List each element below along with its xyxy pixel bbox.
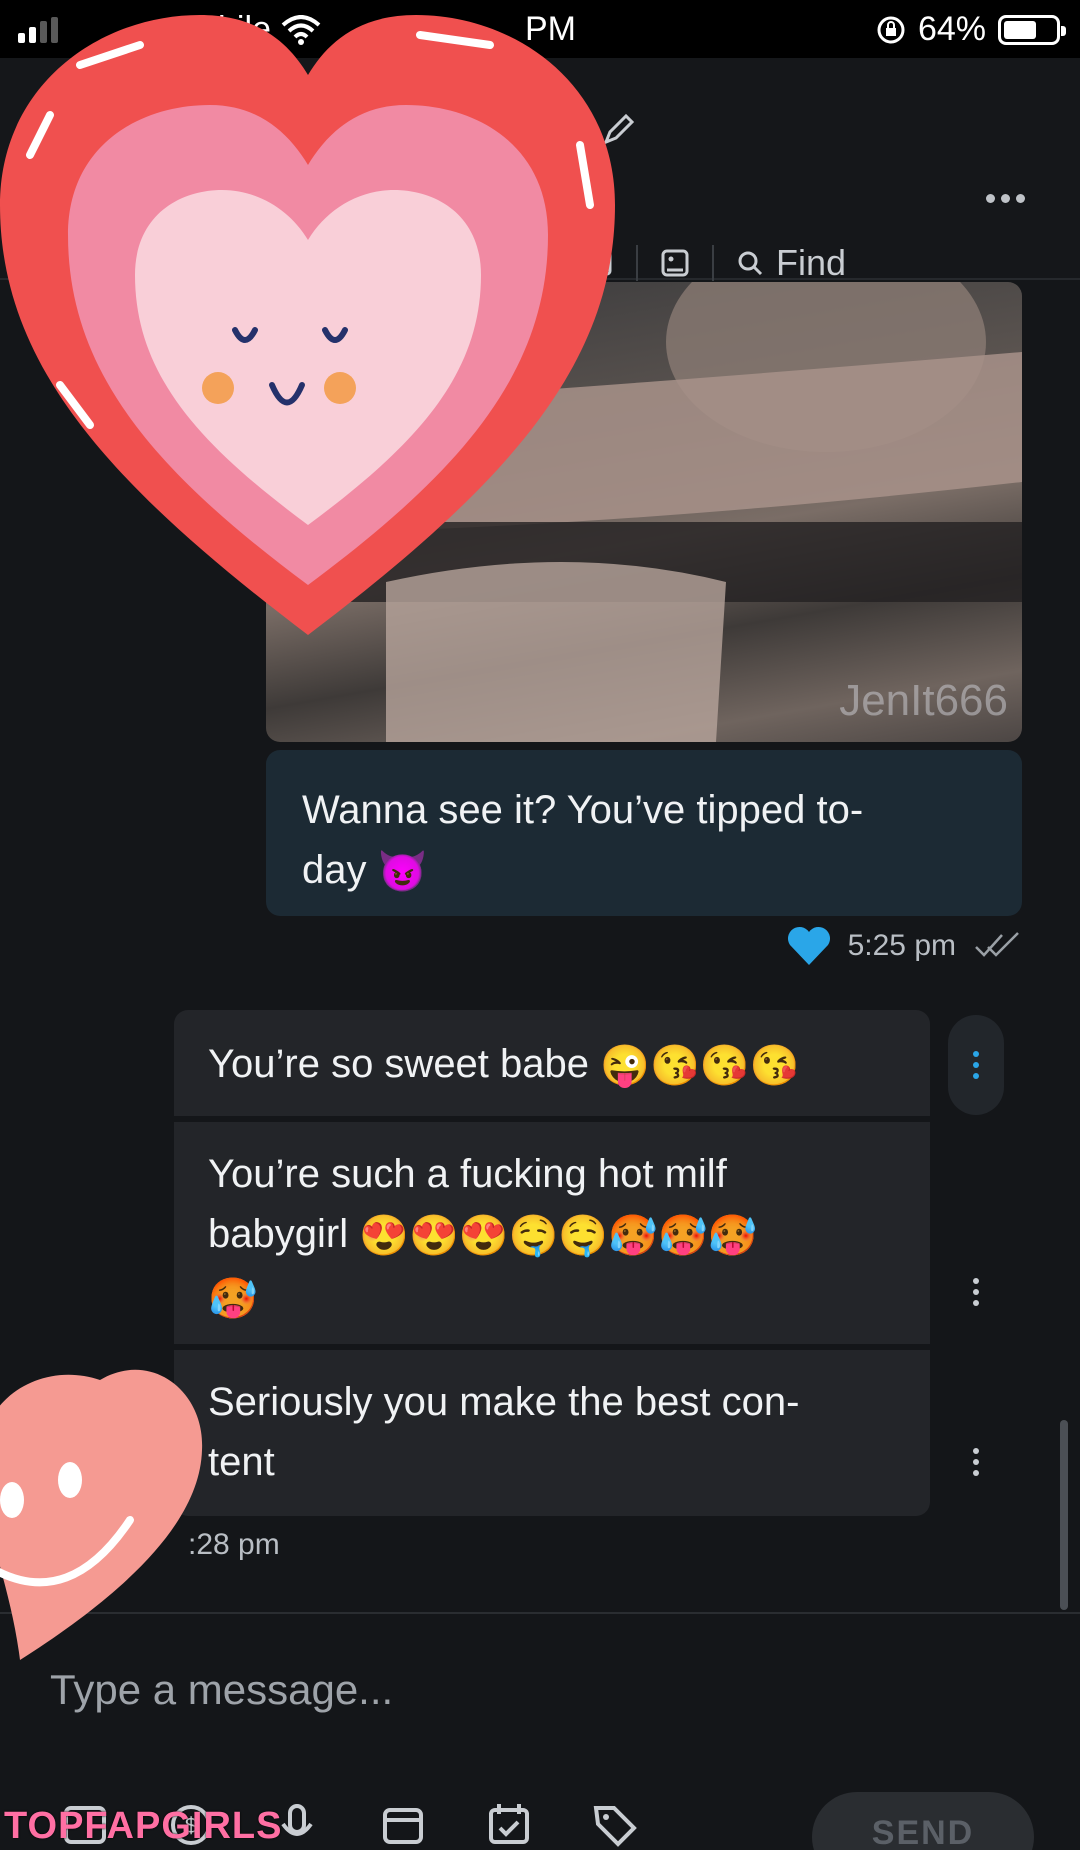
gallery-icon[interactable] (660, 248, 690, 278)
photo-watermark: JenIt666 (839, 676, 1008, 725)
incoming-text-line2: tent (208, 1440, 275, 1484)
battery-icon (998, 14, 1066, 45)
smiley-heart-sticker (0, 1369, 203, 1660)
status-right: 64% (876, 10, 1066, 49)
site-watermark: TOPFAPGIRLS (4, 1805, 283, 1847)
incoming-message[interactable]: You’re such a fucking hot milf babygirl … (174, 1122, 930, 1344)
rotation-lock-icon (877, 16, 905, 43)
price-tag-icon[interactable] (590, 1800, 640, 1850)
incoming-text-line2: babygirl 😍😍😍🤤🤤🥵🥵🥵 (208, 1204, 896, 1266)
incoming-emojis-line3: 🥵 (208, 1276, 258, 1321)
incoming-text-line1: Seriously you make the best con- (208, 1380, 800, 1424)
outgoing-text-line1: Wanna see it? You’ve tipped to- (302, 788, 864, 832)
find-label: Find (776, 242, 847, 283)
battery-percent: 64% (917, 10, 986, 48)
vault-icon[interactable] (378, 1800, 428, 1850)
incoming-text: You’re so sweet babe (208, 1042, 590, 1086)
incoming-emojis: 😍😍😍🤤🤤🥵🥵🥵 (359, 1214, 758, 1259)
heart-sticker (0, 15, 615, 635)
incoming-text-word: babygirl (208, 1212, 349, 1256)
outgoing-time: 5:25 pm (847, 929, 956, 962)
incoming-message[interactable]: You’re so sweet babe 😜😘😘😘 (174, 1010, 930, 1116)
message-options-button[interactable] (948, 1278, 1004, 1306)
double-check-icon (975, 932, 1019, 957)
scrollbar[interactable] (1060, 1420, 1068, 1610)
message-options-button[interactable] (948, 1448, 1004, 1476)
incoming-emojis: 😜😘😘😘 (600, 1044, 800, 1089)
outgoing-text-line2: day 😈 (302, 840, 986, 902)
send-button[interactable]: SEND (812, 1792, 1034, 1850)
devil-emoji: 😈 (377, 850, 428, 895)
incoming-message[interactable]: Seriously you make the best con- tent (174, 1350, 930, 1516)
calendar-icon[interactable] (484, 1800, 534, 1850)
outgoing-message[interactable]: Wanna see it? You’ve tipped to- day 😈 (266, 750, 1022, 916)
battery-fill (1004, 20, 1036, 39)
outgoing-text-line2-word: day (302, 848, 367, 892)
find-button[interactable]: Find (736, 242, 846, 284)
more-options-button[interactable] (975, 178, 1035, 218)
search-icon (738, 251, 763, 276)
incoming-text-line1: You’re such a fucking hot milf (208, 1152, 727, 1196)
outgoing-meta: 5:25 pm (786, 925, 1022, 967)
heart-icon[interactable] (786, 925, 832, 967)
message-options-button[interactable] (948, 1015, 1004, 1115)
